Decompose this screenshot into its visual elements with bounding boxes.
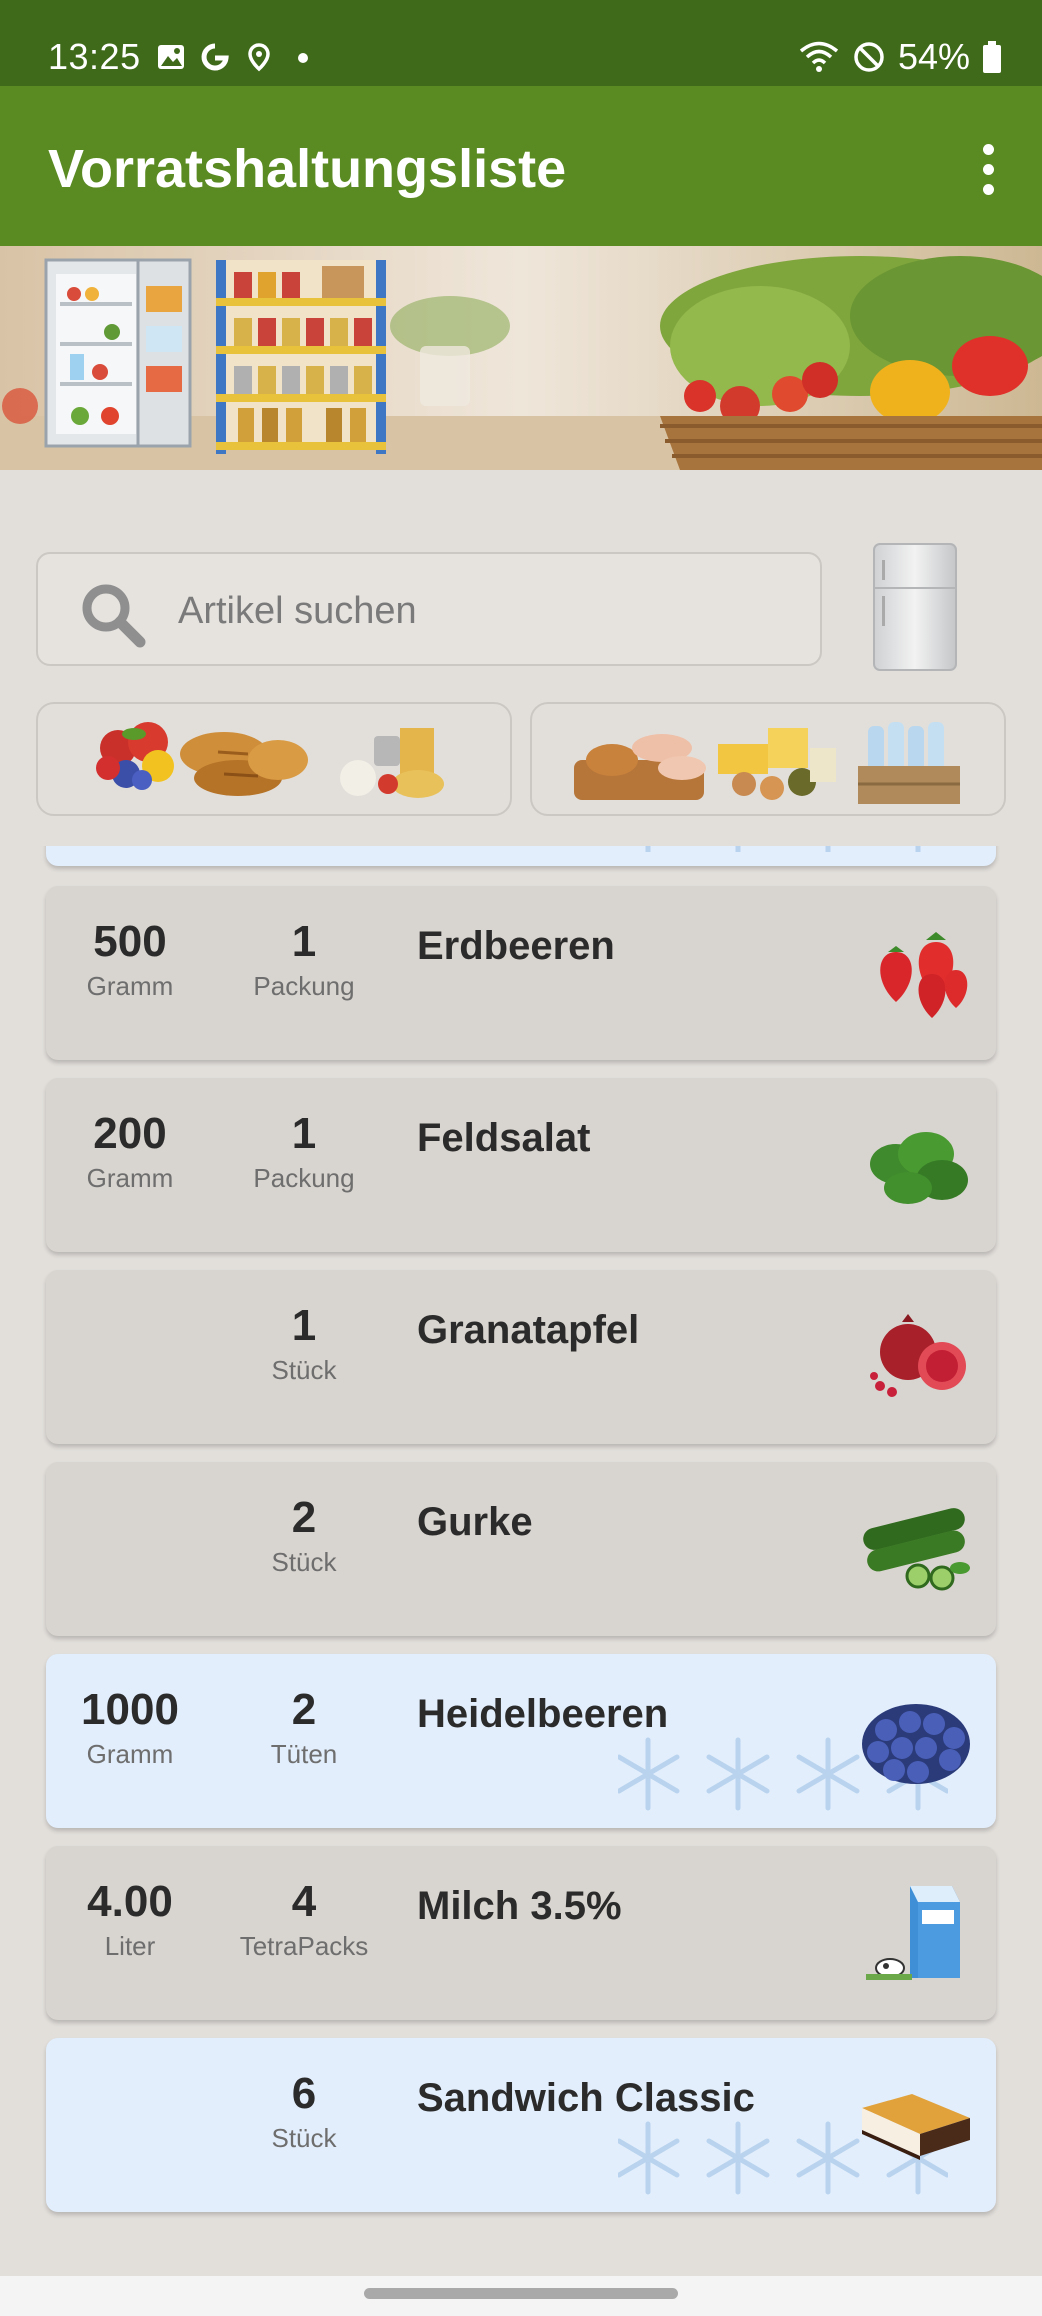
search-icon <box>82 584 146 648</box>
amount-value: 4.00 <box>87 1877 173 1926</box>
category-fruit-bakery-pasta-button[interactable] <box>36 702 512 816</box>
quantity-amount: 500 Gramm <box>50 916 210 1004</box>
list-item-heidelbeeren[interactable]: 1000 Gramm 2 Tüten Heidelbeeren <box>46 1654 996 1828</box>
quantity-count: 2 Tüten <box>224 1684 384 1772</box>
list-item-sandwich-classic[interactable]: 6 Stück Sandwich Classic <box>46 2038 996 2212</box>
amount-unit: Gramm <box>86 971 174 1001</box>
meat-cheese-drinks-icon <box>574 722 960 804</box>
search-input[interactable] <box>178 582 778 640</box>
gallery-notification-icon <box>158 45 184 69</box>
item-name: Sandwich Classic <box>417 2076 755 2120</box>
quantity-count: 1 Packung <box>224 1108 384 1196</box>
fridge-illustration <box>44 258 192 448</box>
category-meat-dairy-drinks-button[interactable] <box>530 702 1006 816</box>
amount-unit: Gramm <box>86 1163 174 1193</box>
amount-value: 200 <box>93 1109 167 1158</box>
inventory-list[interactable]: 500 Gramm 1 Packung Erdbeeren 200 Gramm 1 Pa… <box>0 846 1042 2278</box>
amount-value: 1000 <box>81 1685 179 1734</box>
item-name: Granatapfel <box>417 1308 640 1352</box>
item-name: Erdbeeren <box>417 924 615 968</box>
count-unit: Stück <box>271 1355 337 1385</box>
header-banner-image <box>0 246 1042 470</box>
overflow-menu-button[interactable] <box>960 136 1016 202</box>
fruit-bread-pasta-icon <box>96 722 444 798</box>
count-value: 4 <box>291 1877 317 1926</box>
quantity-amount: 1000 Gramm <box>50 1684 210 1772</box>
count-unit: Stück <box>271 2123 337 2153</box>
count-unit: TetraPacks <box>239 1931 369 1961</box>
location-notification-icon <box>248 43 270 72</box>
list-item-feldsalat[interactable]: 200 Gramm 1 Packung Feldsalat <box>46 1078 996 1252</box>
fridge-icon <box>873 543 957 671</box>
ice-cream-sandwich-icon <box>862 2094 970 2160</box>
wifi-icon <box>799 41 839 72</box>
strawberry-icon <box>880 932 968 1018</box>
vegetable-basket-illustration <box>660 256 1042 470</box>
pantry-shelf-illustration <box>216 260 386 454</box>
quantity-count: 1 Packung <box>224 916 384 1004</box>
quantity-count: 2 Stück <box>224 1492 384 1580</box>
google-notification-icon <box>201 43 229 71</box>
item-name: Milch 3.5% <box>417 1884 622 1928</box>
do-not-disturb-icon <box>854 42 884 72</box>
status-time: 13:25 <box>48 36 141 77</box>
count-value: 2 <box>291 1493 317 1542</box>
battery-icon <box>983 41 1001 73</box>
fridge-filter-button[interactable] <box>872 542 960 676</box>
battery-percent: 54% <box>897 36 970 77</box>
home-gesture-handle[interactable] <box>364 2288 678 2299</box>
count-unit: Stück <box>271 1547 337 1577</box>
count-value: 1 <box>291 917 317 966</box>
amount-unit: Liter <box>104 1931 156 1961</box>
item-name: Feldsalat <box>417 1116 591 1160</box>
item-name: Gurke <box>417 1500 533 1544</box>
list-item-erdbeeren[interactable]: 500 Gramm 1 Packung Erdbeeren <box>46 886 996 1060</box>
quantity-count: 1 Stück <box>224 1300 384 1388</box>
count-unit: Tüten <box>270 1739 338 1769</box>
milk-carton-icon <box>866 1886 960 1980</box>
list-item-partial[interactable] <box>46 846 996 866</box>
snowflake-pattern <box>645 846 921 852</box>
amount-unit: Gramm <box>86 1739 174 1769</box>
list-item-gurke[interactable]: 2 Stück Gurke <box>46 1462 996 1636</box>
list-item-milch[interactable]: 4.00 Liter 4 TetraPacks Milch 3.5% <box>46 1846 996 2020</box>
count-unit: Packung <box>253 971 355 1001</box>
dot-notification-icon <box>298 53 308 63</box>
search-bar[interactable] <box>36 552 822 666</box>
blueberry-icon <box>862 1704 970 1784</box>
lettuce-icon <box>870 1132 968 1204</box>
quantity-amount: 200 Gramm <box>50 1108 210 1196</box>
status-bar: 13:25 54% <box>0 0 1042 86</box>
quantity-count: 6 Stück <box>224 2068 384 2156</box>
app-bar: Vorratshaltungsliste <box>0 86 1042 246</box>
list-item-granatapfel[interactable]: 1 Stück Granatapfel <box>46 1270 996 1444</box>
count-unit: Packung <box>253 1163 355 1193</box>
count-value: 1 <box>291 1301 317 1350</box>
quantity-count: 4 TetraPacks <box>224 1876 384 1964</box>
pomegranate-icon <box>870 1314 966 1397</box>
amount-value: 500 <box>93 917 167 966</box>
quantity-amount: 4.00 Liter <box>50 1876 210 1964</box>
count-value: 2 <box>291 1685 317 1734</box>
cucumber-icon <box>863 1508 970 1591</box>
count-value: 1 <box>291 1109 317 1158</box>
app-title: Vorratshaltungsliste <box>48 139 567 199</box>
item-name: Heidelbeeren <box>417 1692 669 1736</box>
system-navigation-bar <box>0 2276 1042 2316</box>
count-value: 6 <box>291 2069 317 2118</box>
